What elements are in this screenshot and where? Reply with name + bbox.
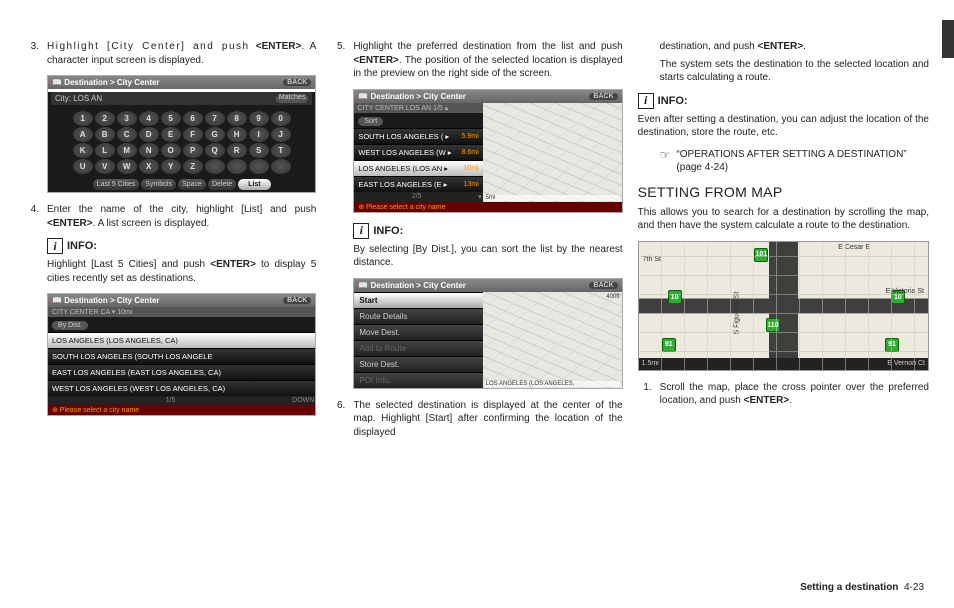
info-block-1: i INFO: xyxy=(47,238,316,254)
screenshot-start: 📖 Destination > City CenterBACK StartRou… xyxy=(353,278,622,389)
column-2: 5. Highlight the preferred destination f… xyxy=(331,40,622,447)
info-text-2: By selecting [By Dist.], you can sort th… xyxy=(353,243,622,270)
info-block-3: i INFO: xyxy=(638,93,929,109)
step-3: 3. Highlight [City Center] and push <ENT… xyxy=(25,40,316,67)
screenshot-map: 101 10 10 110 91 91 E Cesar E 7th St E V… xyxy=(638,241,929,371)
page-footer: Setting a destination 4-23 xyxy=(800,582,924,593)
info-icon: i xyxy=(47,238,63,254)
step-5: 5. Highlight the preferred destination f… xyxy=(331,40,622,81)
screenshot-keyboard: 📖 Destination > City CenterBACK City: LO… xyxy=(47,75,316,193)
info-text-3: Even after setting a destination, you ca… xyxy=(638,113,929,140)
section-tab xyxy=(942,20,954,58)
step-4: 4. Enter the name of the city, highlight… xyxy=(25,203,316,230)
info-icon: i xyxy=(353,223,369,239)
reference-icon: ☞ xyxy=(660,148,671,162)
screenshot-preview: 📖 Destination > City CenterBACK CITY CEN… xyxy=(353,89,622,213)
heading-setting-from-map: SETTING FROM MAP xyxy=(638,184,929,200)
cross-reference: ☞ “OPERATIONS AFTER SETTING A DESTINATIO… xyxy=(660,148,929,174)
screenshot-citylist: 📖 Destination > City CenterBACK CITY CEN… xyxy=(47,293,316,416)
step-6: 6. The selected destination is displayed… xyxy=(331,399,622,440)
map-step-1: 1. Scroll the map, place the cross point… xyxy=(638,381,929,408)
continuation-text: The system sets the destination to the s… xyxy=(660,58,929,85)
info-text-1: Highlight [Last 5 Cities] and push <ENTE… xyxy=(47,258,316,285)
info-icon: i xyxy=(638,93,654,109)
column-3: destination, and push <ENTER>. The syste… xyxy=(638,40,929,447)
column-1: 3. Highlight [City Center] and push <ENT… xyxy=(25,40,316,447)
body-text: This allows you to search for a destinat… xyxy=(638,206,929,233)
info-block-2: i INFO: xyxy=(353,223,622,239)
